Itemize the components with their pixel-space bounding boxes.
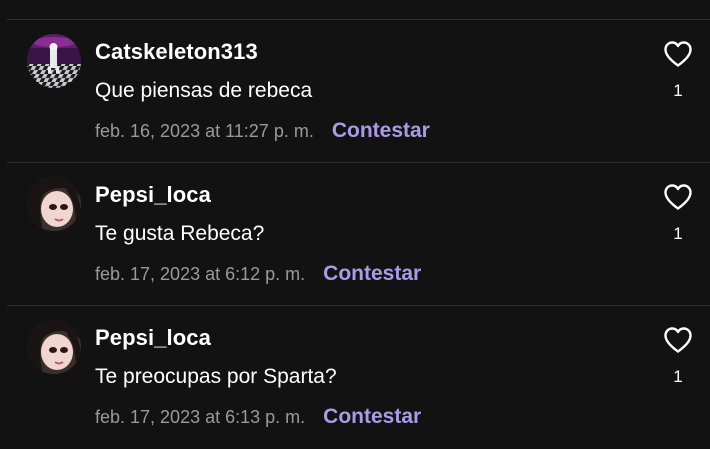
comment-text: Te gusta Rebeca? — [95, 222, 265, 245]
avatar-checkered-room-image — [27, 34, 81, 88]
comment-meta: feb. 17, 2023 at 6:12 p. m. Contestar — [95, 261, 421, 287]
avatar[interactable] — [27, 177, 81, 231]
like-count: 1 — [673, 81, 683, 100]
comment-item: Pepsi_loca Te preocupas por Sparta? feb.… — [0, 306, 710, 449]
avatar-dark-hair-face-image — [27, 177, 81, 231]
heart-outline-icon[interactable] — [663, 183, 693, 211]
avatar[interactable] — [27, 34, 81, 88]
comment-username[interactable]: Pepsi_loca — [95, 182, 211, 208]
comment-username[interactable]: Pepsi_loca — [95, 325, 211, 351]
heart-outline-icon[interactable] — [663, 40, 693, 68]
comment-meta: feb. 16, 2023 at 11:27 p. m. Contestar — [95, 118, 430, 144]
comment-text: Que piensas de rebeca — [95, 79, 313, 102]
comment-item: Catskeleton313 Que piensas de rebeca feb… — [0, 20, 710, 163]
comment-text: Te preocupas por Sparta? — [95, 365, 337, 388]
comment-meta: feb. 17, 2023 at 6:13 p. m. Contestar — [95, 404, 421, 430]
reply-button[interactable]: Contestar — [332, 119, 430, 143]
comment-username[interactable]: Catskeleton313 — [95, 39, 258, 65]
comment-timestamp: feb. 17, 2023 at 6:12 p. m. — [95, 263, 306, 284]
reply-button[interactable]: Contestar — [323, 262, 421, 286]
comment-timestamp: feb. 17, 2023 at 6:13 p. m. — [95, 406, 306, 427]
comment-item: Pepsi_loca Te gusta Rebeca? feb. 17, 202… — [0, 163, 710, 306]
like-count: 1 — [673, 367, 683, 386]
like-count: 1 — [673, 224, 683, 243]
avatar-dark-hair-face-image — [27, 320, 81, 374]
comment-timestamp: feb. 16, 2023 at 11:27 p. m. — [95, 120, 314, 141]
heart-outline-icon[interactable] — [663, 326, 693, 354]
reply-button[interactable]: Contestar — [323, 405, 421, 429]
avatar[interactable] — [27, 320, 81, 374]
